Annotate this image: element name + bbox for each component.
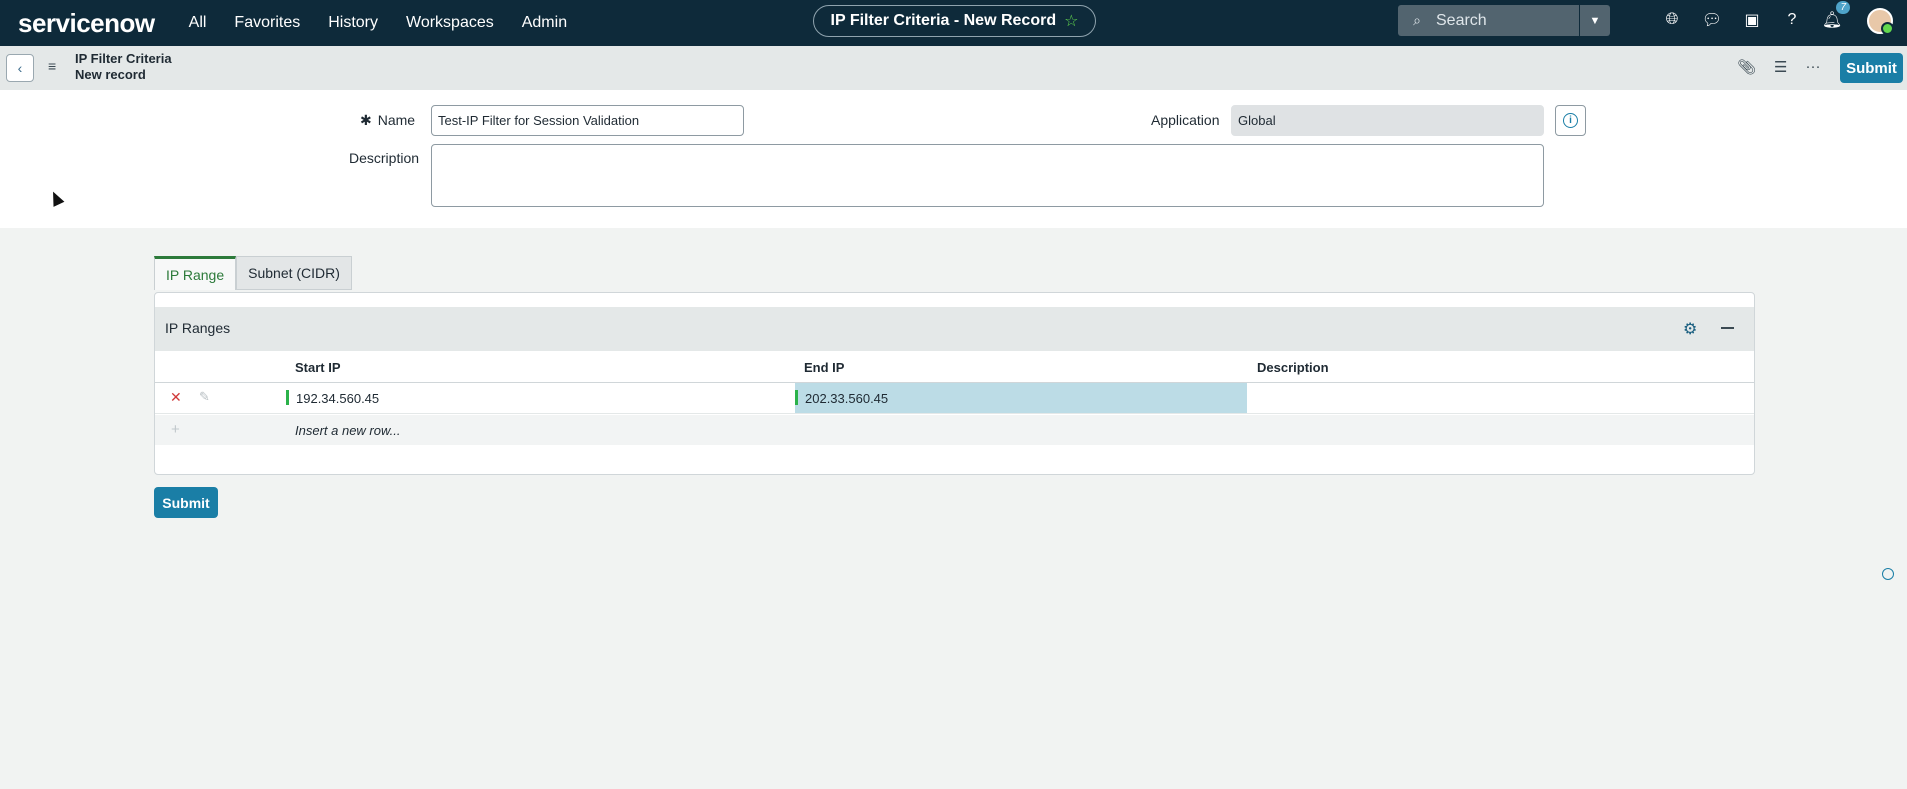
chevron-down-icon[interactable]: ▼ [1579, 5, 1610, 36]
settings-sliders-icon[interactable]: ☰ [1774, 58, 1787, 76]
paperclip-icon[interactable]: 📎︎ [1737, 58, 1756, 76]
table-header: Start IP End IP Description [155, 351, 1754, 383]
application-field: Global [1231, 105, 1544, 136]
header-icons: 📎︎ ☰ ··· [1737, 58, 1821, 76]
description-label: Description [349, 150, 420, 166]
related-list-tabs: IP Range Subnet (CIDR) [154, 256, 352, 290]
panel-title: IP Ranges [165, 320, 231, 336]
context-menu-icon[interactable]: ≡ [48, 58, 56, 74]
star-icon[interactable]: ☆ [1064, 11, 1078, 31]
global-search[interactable]: ⌕ Search ▼ [1398, 5, 1610, 36]
description-cell[interactable] [1247, 383, 1755, 413]
form-header: ‹ ≡ IP Filter Criteria New record 📎︎ ☰ ·… [0, 46, 1907, 90]
back-button[interactable]: ‹ [6, 54, 34, 82]
submit-button-bottom[interactable]: Submit [154, 487, 218, 518]
changed-indicator [286, 390, 289, 405]
pencil-icon[interactable]: ✎ [199, 389, 210, 405]
more-icon[interactable]: ··· [1806, 58, 1821, 76]
avatar[interactable] [1867, 8, 1894, 35]
start-ip-cell[interactable]: 192.34.560.45 [286, 383, 794, 413]
column-start-ip[interactable]: Start IP [295, 360, 341, 375]
nav-icon-bar: 🌐︎ 💬︎ ▣ ? 🔔︎ 7 [1660, 1, 1850, 32]
scratchpad-icon[interactable]: ▣ [1740, 8, 1764, 32]
description-field[interactable] [431, 144, 1544, 207]
main-nav: All Favorites History Workspaces Admin [189, 14, 567, 32]
changed-indicator [795, 390, 798, 405]
plus-icon: + [171, 421, 180, 438]
column-end-ip[interactable]: End IP [804, 360, 844, 375]
column-description[interactable]: Description [1257, 360, 1329, 375]
record-state: New record [75, 67, 146, 82]
name-field[interactable]: Test-IP Filter for Session Validation [431, 105, 744, 136]
bell-icon[interactable]: 🔔︎ 7 [1820, 1, 1850, 32]
collapse-icon[interactable] [1721, 327, 1734, 329]
panel-header: IP Ranges ⚙ [155, 307, 1754, 351]
nav-admin[interactable]: Admin [522, 14, 567, 32]
info-icon: i [1563, 113, 1578, 128]
form-body: ✱ Name Test-IP Filter for Session Validat… [0, 90, 1907, 228]
notification-badge: 7 [1836, 1, 1850, 14]
record-title: IP Filter Criteria New record [75, 51, 172, 83]
delete-row-icon[interactable]: ✕ [170, 389, 182, 406]
record-title-pill[interactable]: IP Filter Criteria - New Record ☆ [813, 5, 1096, 37]
required-asterisk-icon: ✱ [360, 112, 372, 128]
search-input[interactable]: Search [1436, 12, 1487, 30]
end-ip-cell[interactable]: 202.33.560.45 [795, 383, 1247, 413]
gear-icon[interactable]: ⚙ [1683, 319, 1697, 339]
submit-button-top[interactable]: Submit [1840, 53, 1903, 83]
application-label: Application [1151, 112, 1220, 128]
response-time-icon[interactable] [1882, 568, 1894, 580]
record-pill-text: IP Filter Criteria - New Record [830, 12, 1057, 29]
insert-row-label[interactable]: Insert a new row... [295, 423, 401, 438]
insert-row[interactable]: + Insert a new row... [155, 415, 1754, 445]
ip-ranges-panel: IP Ranges ⚙ Start IP End IP Description … [154, 292, 1755, 475]
globe-icon[interactable]: 🌐︎ [1660, 8, 1684, 32]
tab-subnet-cidr[interactable]: Subnet (CIDR) [236, 256, 352, 290]
nav-all[interactable]: All [189, 14, 207, 32]
nav-favorites[interactable]: Favorites [234, 14, 300, 32]
help-icon[interactable]: ? [1780, 8, 1804, 32]
name-label: ✱ Name [360, 112, 416, 128]
tab-ip-range[interactable]: IP Range [154, 256, 237, 290]
info-button[interactable]: i [1555, 105, 1586, 136]
table-row: ✕ ✎ 192.34.560.45 202.33.560.45 [155, 383, 1754, 414]
nav-workspaces[interactable]: Workspaces [406, 14, 494, 32]
nav-history[interactable]: History [328, 14, 378, 32]
top-navigation: servicenow All Favorites History Workspa… [0, 0, 1907, 46]
record-table-name: IP Filter Criteria [75, 51, 172, 66]
chat-icon[interactable]: 💬︎ [1700, 8, 1724, 32]
servicenow-logo[interactable]: servicenow [18, 8, 155, 39]
search-icon: ⌕ [1413, 12, 1421, 28]
